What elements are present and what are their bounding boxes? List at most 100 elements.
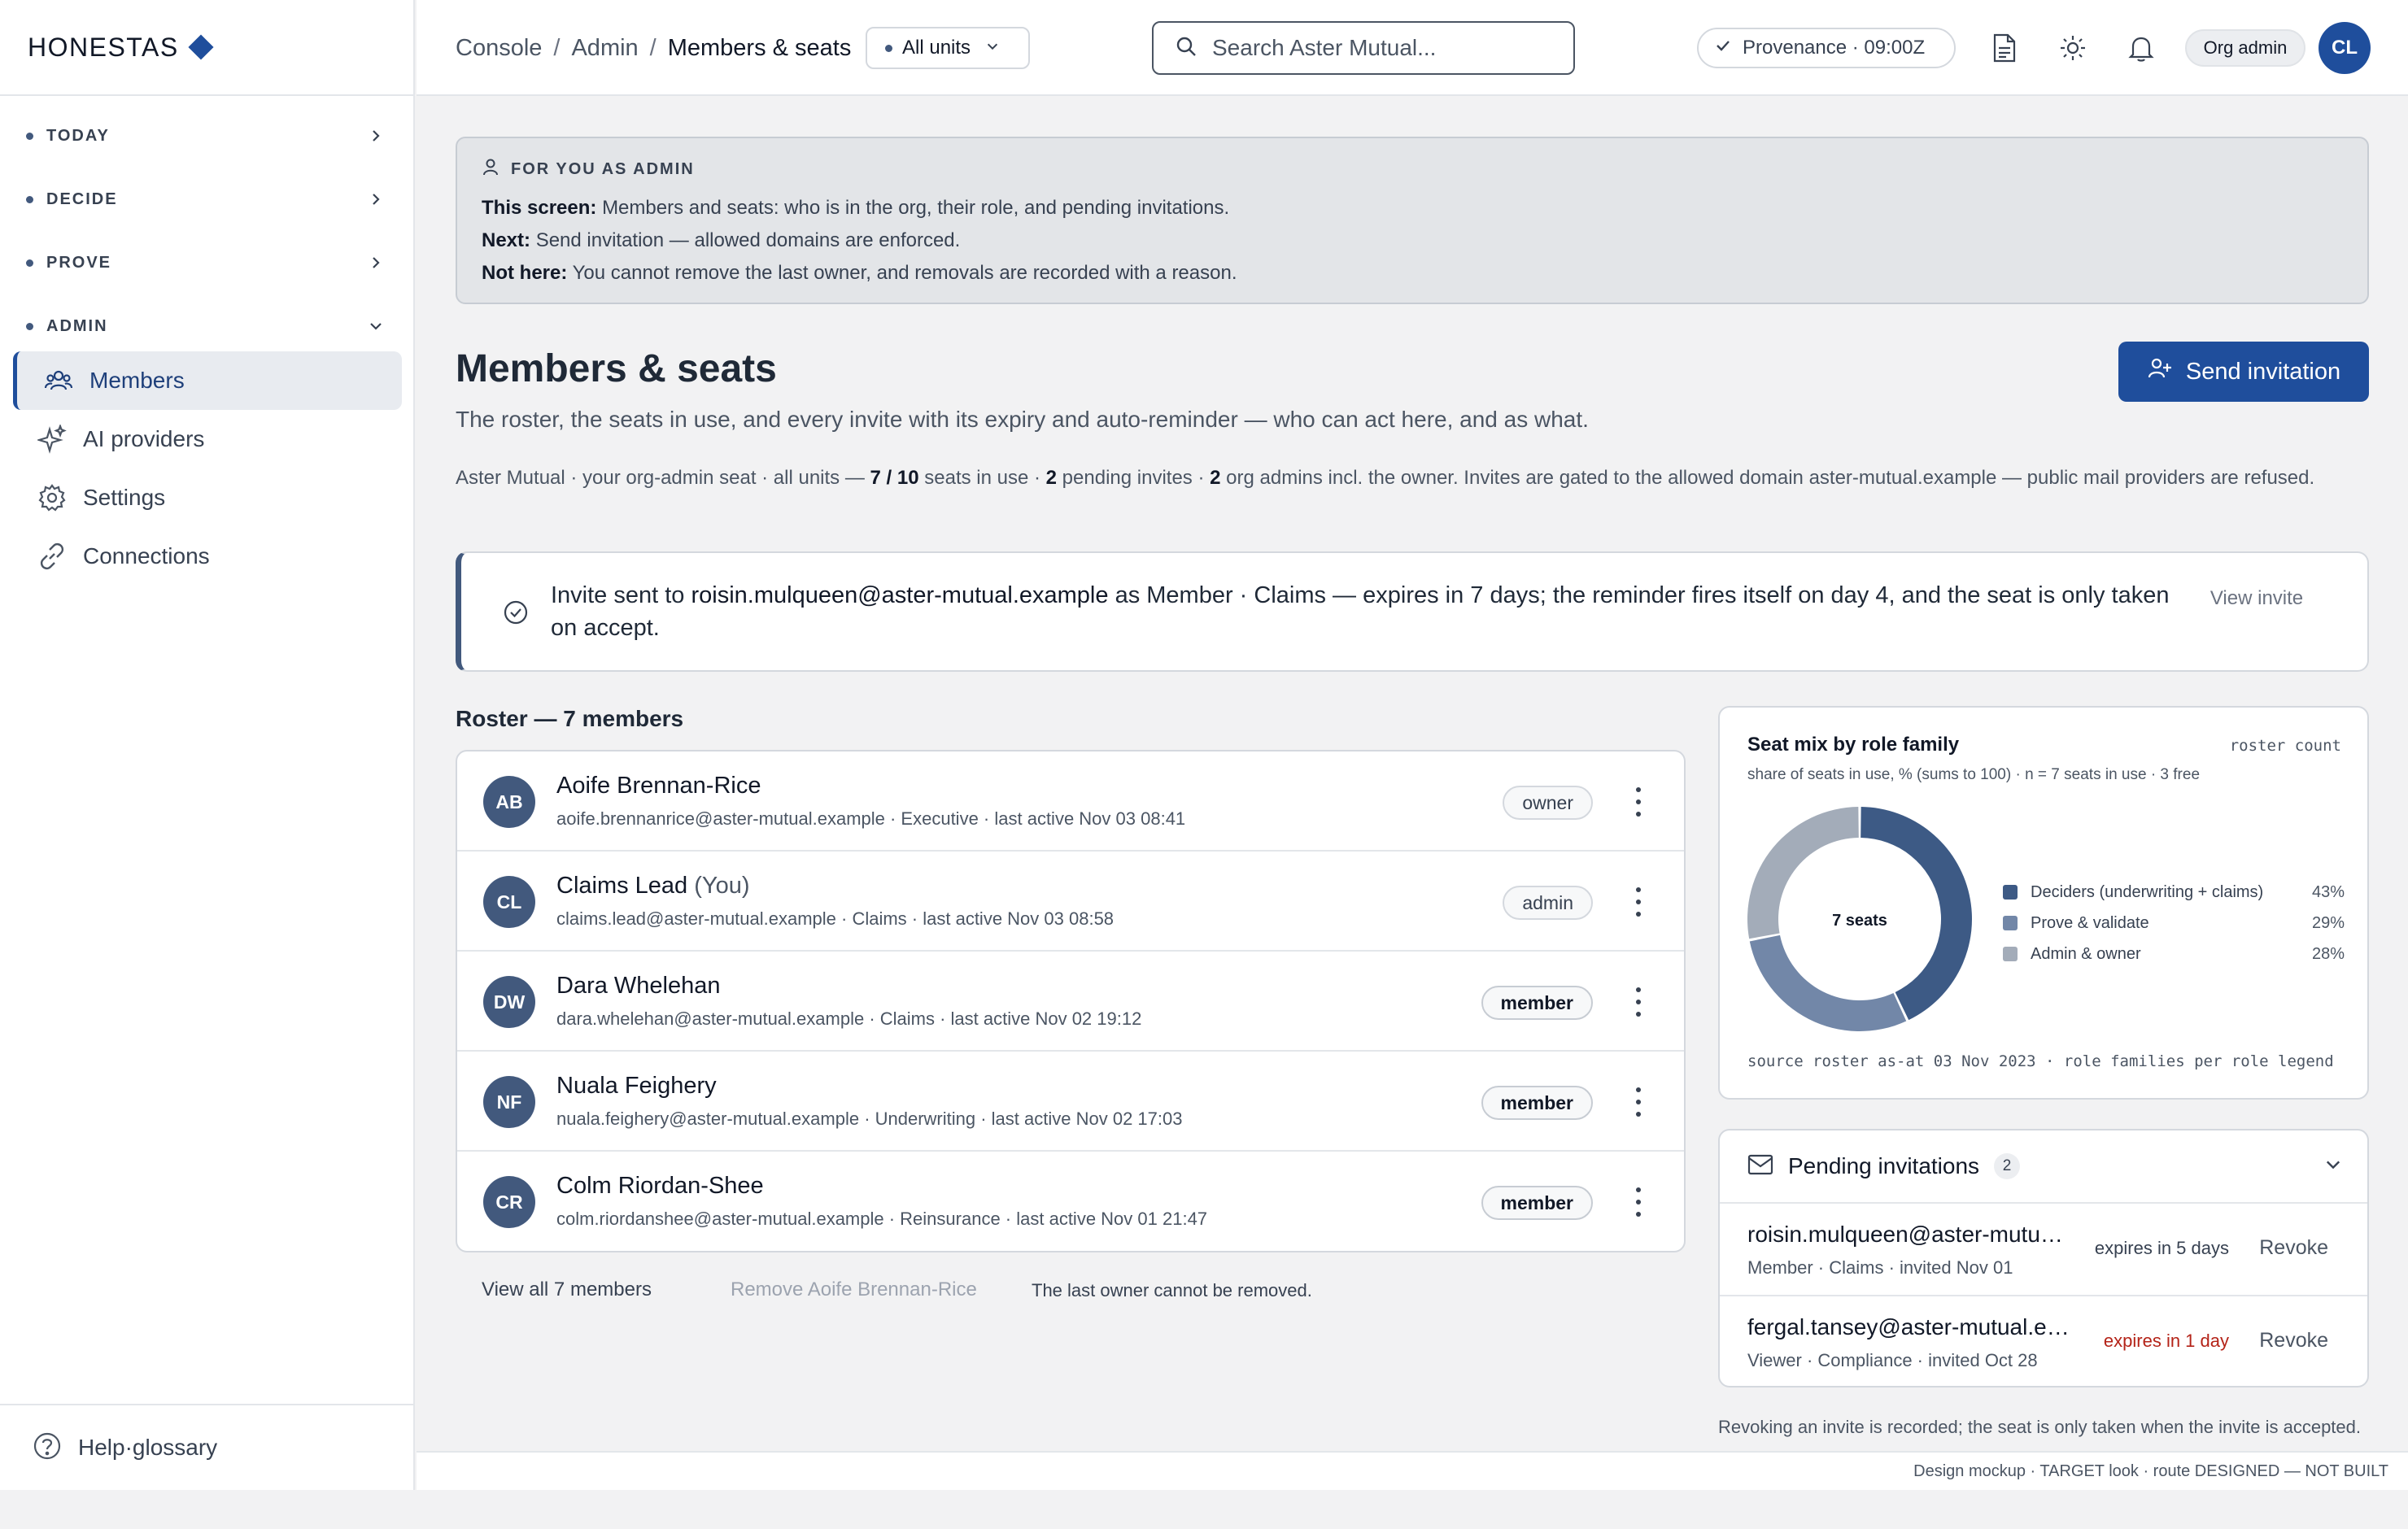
view-all-members-link[interactable]: View all 7 members: [482, 1279, 652, 1301]
breadcrumb-admin[interactable]: Admin: [571, 35, 638, 62]
legend-item: Prove & validate 29%: [2003, 908, 2345, 939]
sidebar-item-label: Settings: [83, 485, 166, 510]
help-glossary-link[interactable]: Help·glossary: [0, 1404, 415, 1490]
legend-label: Prove & validate: [2031, 913, 2149, 932]
provenance-text: Provenance · 09:00Z: [1743, 37, 1926, 59]
member-name: Aoife Brennan-Rice: [556, 773, 761, 799]
avatar: CR: [483, 1176, 535, 1228]
donut-slice-1: [1749, 934, 1907, 1031]
summary-text: pending invites ·: [1057, 467, 1211, 489]
revoke-button[interactable]: Revoke: [2259, 1329, 2328, 1353]
revoke-note: Revoking an invite is recorded; the seat…: [1718, 1417, 2362, 1437]
member-name-text: Dara Whelehan: [556, 973, 721, 999]
search-box[interactable]: [1152, 21, 1575, 75]
sidebar-item-ai-providers[interactable]: AI providers: [13, 410, 402, 468]
admin-info-card: FOR YOU AS ADMIN This screen: Members an…: [456, 137, 2369, 304]
sun-icon[interactable]: [2057, 32, 2089, 64]
user-icon: [482, 158, 499, 181]
sidebar: HONESTAS TODAY DECIDE PROVE ADMIN Member…: [0, 0, 415, 1490]
seats-count: 7 / 10: [870, 467, 919, 489]
role-badge: member: [1481, 986, 1593, 1020]
nav-section-prove[interactable]: PROVE: [0, 239, 415, 286]
brand-logo: HONESTAS: [28, 32, 179, 62]
kebab-menu-icon[interactable]: [1634, 1087, 1643, 1117]
kebab-menu-icon[interactable]: [1634, 1187, 1643, 1217]
member-name: Colm Riordan-Shee: [556, 1173, 764, 1200]
list-item: fergal.tansey@aster-mutual.example Viewe…: [1720, 1296, 2367, 1386]
revoke-button[interactable]: Revoke: [2259, 1236, 2328, 1260]
sidebar-item-members[interactable]: Members: [13, 351, 402, 410]
admin-card-title: FOR YOU AS ADMIN: [482, 158, 2343, 181]
admin-card-screen: This screen: Members and seats: who is i…: [482, 192, 2343, 224]
breadcrumb-console[interactable]: Console: [456, 35, 542, 62]
pending-count: 2: [1045, 467, 1058, 489]
legend-swatch: [2003, 947, 2018, 961]
invite-sent-toast: Invite sent to roisin.mulqueen@aster-mut…: [456, 551, 2369, 672]
legend-swatch: [2003, 885, 2018, 900]
legend-item: Admin & owner 28%: [2003, 939, 2345, 969]
users-icon: [42, 364, 75, 397]
kebab-menu-icon[interactable]: [1634, 987, 1643, 1017]
sidebar-item-settings[interactable]: Settings: [13, 468, 402, 527]
table-row[interactable]: AB Aoife Brennan-Rice aoife.brennanrice@…: [457, 751, 1684, 852]
gear-icon: [36, 481, 68, 514]
role-badge[interactable]: Org admin: [2185, 29, 2305, 67]
help-glossary-label: Help·glossary: [78, 1435, 218, 1460]
chevron-right-icon: [360, 246, 392, 279]
provenance-badge[interactable]: Provenance · 09:00Z: [1697, 28, 1956, 68]
admins-count: 2: [1210, 467, 1221, 489]
table-row[interactable]: DW Dara Whelehan dara.whelehan@aster-mut…: [457, 952, 1684, 1052]
nav-section-label: DECIDE: [46, 189, 118, 208]
role-badge: member: [1481, 1186, 1593, 1220]
pending-invitations-card: Pending invitations 2 roisin.mulqueen@as…: [1718, 1129, 2369, 1387]
sidebar-item-connections[interactable]: Connections: [13, 527, 402, 586]
table-row[interactable]: NF Nuala Feighery nuala.feighery@aster-m…: [457, 1052, 1684, 1152]
nav-section-label: TODAY: [46, 126, 110, 145]
nav-section-admin[interactable]: ADMIN: [0, 303, 415, 350]
owner-note: The last owner cannot be removed.: [1032, 1280, 1312, 1300]
member-meta: aoife.brennanrice@aster-mutual.example ·…: [556, 808, 1186, 829]
chart-legend: Deciders (underwriting + claims) 43% Prov…: [2003, 877, 2345, 969]
chart-subtitle: share of seats in use, % (sums to 100) ·…: [1747, 766, 2201, 783]
chevron-right-icon: [360, 120, 392, 152]
sparkle-icon: [36, 423, 68, 455]
dot-icon: [885, 44, 892, 52]
dot-icon: [26, 195, 33, 203]
table-row[interactable]: CL Claims Lead (You) claims.lead@aster-m…: [457, 852, 1684, 952]
member-name: Claims Lead (You): [556, 873, 750, 900]
pending-invitations-title: Pending invitations: [1788, 1153, 1980, 1178]
unit-select[interactable]: All units: [866, 27, 1030, 69]
legend-value: 29%: [2311, 913, 2345, 932]
footer-bar: Design mockup · TARGET look · route DESI…: [417, 1451, 2408, 1490]
kebab-menu-icon[interactable]: [1634, 887, 1643, 917]
chart-source: source roster as-at 03 Nov 2023 · role f…: [1747, 1052, 2334, 1070]
send-invitation-button[interactable]: Send invitation: [2118, 342, 2369, 402]
user-plus-icon: [2147, 355, 2173, 388]
view-invite-link[interactable]: View invite: [2209, 586, 2305, 612]
table-row[interactable]: CR Colm Riordan-Shee colm.riordanshee@as…: [457, 1152, 1684, 1251]
avatar[interactable]: CL: [2319, 22, 2371, 74]
avatar: CL: [483, 876, 535, 928]
page-subtitle: The roster, the seats in use, and every …: [456, 407, 1589, 432]
member-name-text: Claims Lead: [556, 873, 688, 899]
send-invitation-label: Send invitation: [2185, 358, 2341, 385]
breadcrumb: Console / Admin / Members & seats: [456, 0, 851, 96]
role-badge: member: [1481, 1086, 1593, 1120]
avatar: AB: [483, 776, 535, 828]
admin-card-title-text: FOR YOU AS ADMIN: [511, 159, 695, 178]
pending-invitations-header[interactable]: Pending invitations 2: [1720, 1130, 2367, 1204]
search-input[interactable]: [1212, 35, 1538, 61]
sidebar-item-label: Connections: [83, 543, 210, 568]
invite-expiry: expires in 5 days: [2094, 1238, 2229, 1258]
legend-swatch: [2003, 916, 2018, 930]
nav-section-today[interactable]: TODAY: [0, 112, 415, 159]
brand[interactable]: HONESTAS: [0, 0, 413, 96]
kebab-menu-icon[interactable]: [1634, 787, 1643, 817]
document-icon[interactable]: [1988, 32, 2021, 64]
bell-icon[interactable]: [2125, 32, 2157, 64]
legend-label: Deciders (underwriting + claims): [2031, 882, 2264, 901]
top-header: Console / Admin / Members & seats All un…: [417, 0, 2408, 96]
nav-section-decide[interactable]: DECIDE: [0, 176, 415, 223]
not-here-text: You cannot remove the last owner, and re…: [572, 262, 1237, 284]
chart-tag: roster count: [2229, 737, 2341, 755]
